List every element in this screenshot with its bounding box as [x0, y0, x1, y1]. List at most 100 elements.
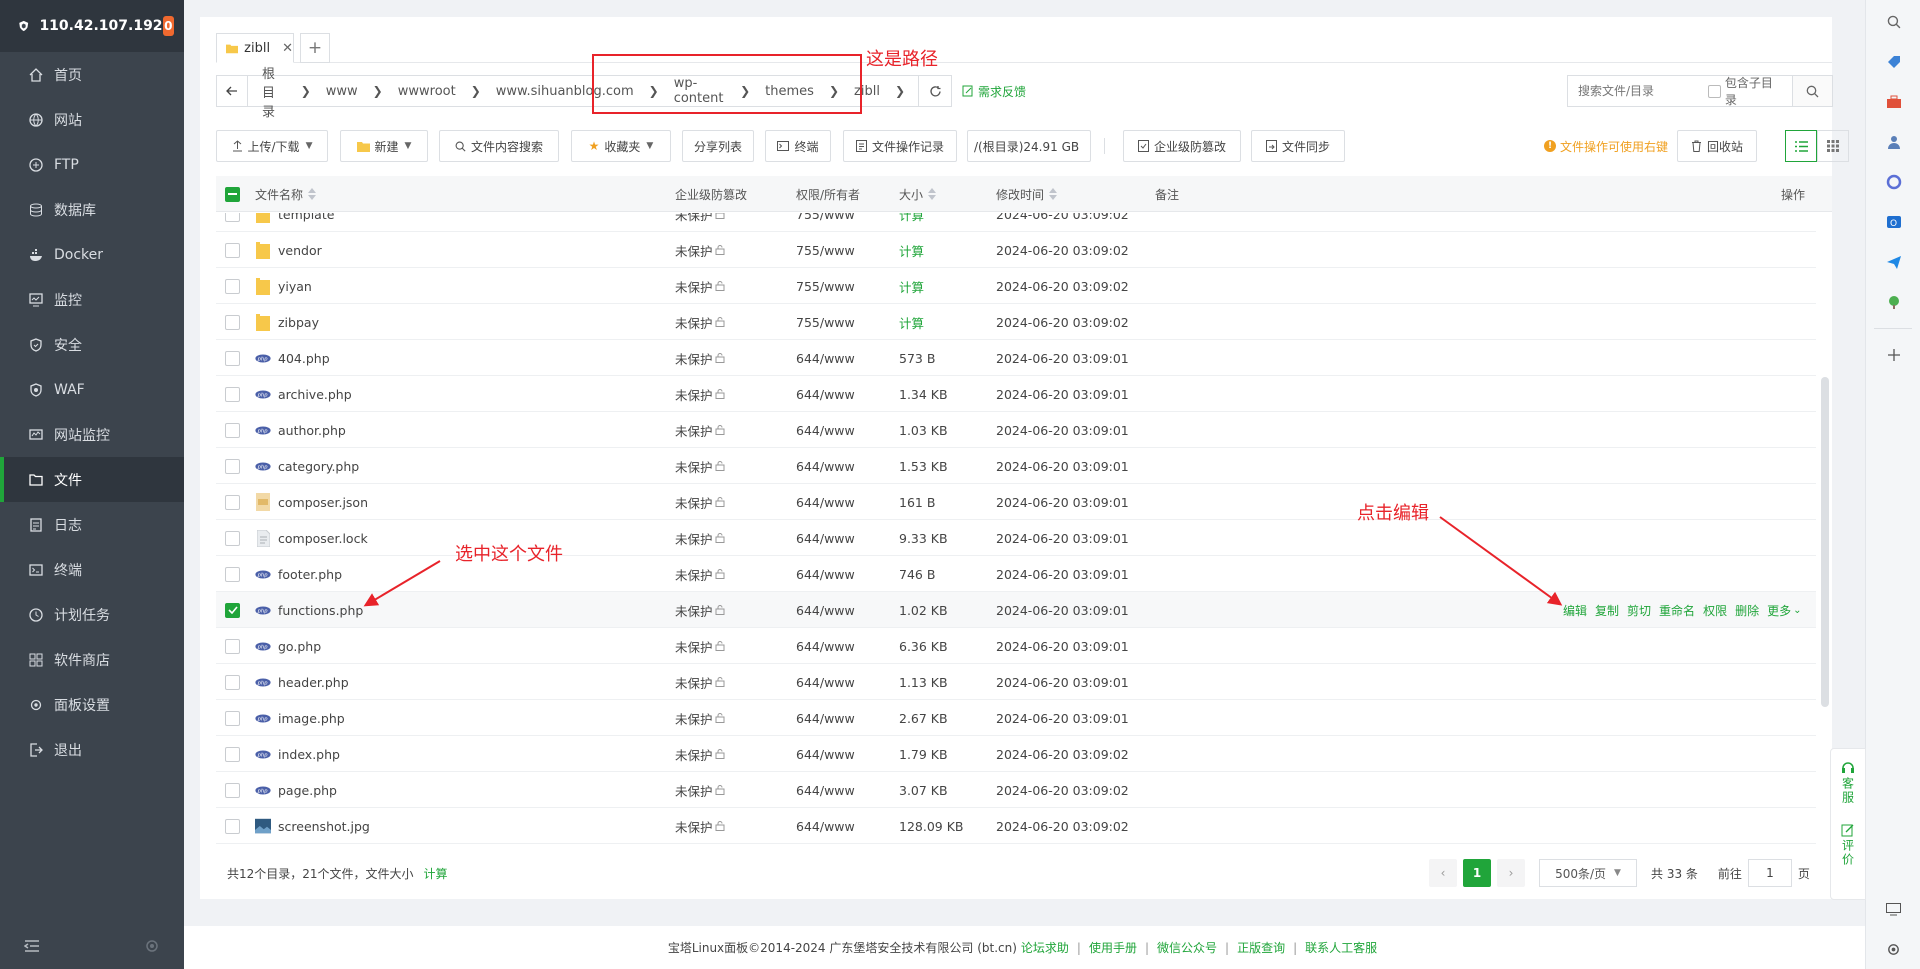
feedback-link[interactable]: 需求反馈	[962, 75, 1026, 107]
table-row[interactable]: yiyan 未保护 755/www 计算 2024-06-20 03:09:02	[216, 268, 1816, 304]
permission-cell[interactable]: 644/www	[796, 736, 855, 772]
permission-cell[interactable]: 755/www	[796, 232, 855, 268]
column-size[interactable]: 大小	[899, 176, 937, 212]
row-checkbox[interactable]	[225, 340, 240, 376]
checkbox[interactable]	[225, 602, 240, 618]
table-row[interactable]: php archive.php 未保护 644/www 1.34 KB 2024-06-2…	[216, 376, 1816, 412]
dock-outlook-icon[interactable]: O	[1866, 202, 1920, 242]
checkbox[interactable]	[225, 782, 240, 798]
tamper-status[interactable]: 未保护	[675, 808, 726, 844]
file-name[interactable]: footer.php	[278, 567, 342, 582]
permission-action[interactable]: 权限	[1703, 602, 1727, 619]
tamper-status[interactable]: 未保护	[675, 484, 726, 520]
file-name[interactable]: composer.lock	[278, 531, 368, 546]
file-name-cell[interactable]: template	[255, 213, 334, 232]
file-name-cell[interactable]: php go.php	[255, 628, 321, 664]
manual-link[interactable]: 使用手册	[1089, 939, 1137, 956]
more-action[interactable]: 更多	[1767, 602, 1791, 619]
row-checkbox[interactable]	[225, 232, 240, 268]
dock-tree-icon[interactable]	[1866, 282, 1920, 322]
breadcrumb-item[interactable]: wwwroot ❯	[396, 84, 494, 99]
review-link[interactable]: 评价	[1840, 839, 1857, 867]
file-name[interactable]: author.php	[278, 423, 346, 438]
tamper-status[interactable]: 未保护	[675, 376, 726, 412]
file-name-cell[interactable]: php author.php	[255, 412, 346, 448]
checkbox[interactable]	[225, 566, 240, 582]
new-button[interactable]: 新建 ▼	[340, 130, 428, 162]
content-search-button[interactable]: 文件内容搜索	[439, 130, 559, 162]
goto-page-input[interactable]: 1	[1747, 859, 1792, 887]
current-page[interactable]: 1	[1463, 859, 1491, 887]
tab-zibll[interactable]: zibll ✕	[216, 33, 294, 63]
row-checkbox[interactable]	[225, 700, 240, 736]
file-name-cell[interactable]: php image.php	[255, 700, 345, 736]
include-subdir-checkbox[interactable]: 包含子目录	[1708, 74, 1784, 108]
file-name[interactable]: vendor	[278, 243, 322, 258]
row-checkbox[interactable]	[225, 213, 240, 232]
dock-user-icon[interactable]	[1866, 122, 1920, 162]
collapse-menu-icon[interactable]	[24, 939, 40, 953]
table-row[interactable]: php index.php 未保护 644/www 1.79 KB 2024-06-20 …	[216, 736, 1816, 772]
permission-cell[interactable]: 644/www	[796, 340, 855, 376]
permission-cell[interactable]: 644/www	[796, 664, 855, 700]
row-checkbox[interactable]	[225, 736, 240, 772]
sidebar-item[interactable]: 监控	[0, 277, 184, 322]
sort-icon[interactable]	[308, 188, 317, 200]
file-name[interactable]: go.php	[278, 639, 321, 654]
permission-cell[interactable]: 755/www	[796, 213, 855, 232]
file-sync-button[interactable]: 文件同步	[1251, 130, 1345, 162]
sort-icon[interactable]	[928, 188, 937, 200]
settings-gear-icon[interactable]	[144, 938, 160, 954]
back-button[interactable]	[216, 75, 248, 107]
tamper-status[interactable]: 未保护	[675, 520, 726, 556]
dock-screen-icon[interactable]	[1866, 889, 1920, 929]
table-scrollbar[interactable]	[1821, 377, 1829, 707]
sidebar-item[interactable]: 安全	[0, 322, 184, 367]
table-row[interactable]: screenshot.jpg 未保护 644/www 128.09 KB 2024-06…	[216, 808, 1816, 844]
permission-cell[interactable]: 755/www	[796, 304, 855, 340]
checkbox[interactable]	[225, 386, 240, 402]
sort-icon[interactable]	[1049, 188, 1058, 200]
checkbox[interactable]	[225, 710, 240, 726]
file-name-cell[interactable]: zibpay	[255, 304, 319, 340]
search-button[interactable]	[1792, 76, 1832, 106]
calc-size-link[interactable]: 计算	[424, 865, 448, 882]
file-name-cell[interactable]: php header.php	[255, 664, 349, 700]
file-name[interactable]: archive.php	[278, 387, 352, 402]
checkbox[interactable]	[225, 422, 240, 438]
row-checkbox[interactable]	[225, 628, 240, 664]
sidebar-item[interactable]: 首页	[0, 52, 184, 97]
notification-badge[interactable]: 0	[162, 16, 174, 36]
table-row[interactable]: template 未保护 755/www 计算 2024-06-20 03:09:02	[216, 213, 1816, 232]
permission-cell[interactable]: 644/www	[796, 448, 855, 484]
recycle-bin-button[interactable]: 回收站	[1677, 130, 1757, 162]
sidebar-item[interactable]: 网站	[0, 97, 184, 142]
row-checkbox[interactable]	[225, 376, 240, 412]
checkbox[interactable]	[225, 278, 240, 294]
file-name[interactable]: functions.php	[278, 603, 363, 618]
disk-button[interactable]: /(根目录)24.91 GB	[967, 130, 1091, 162]
row-checkbox[interactable]	[225, 592, 240, 628]
checkbox[interactable]	[225, 638, 240, 654]
dock-cloud-icon[interactable]	[1866, 162, 1920, 202]
checkbox[interactable]	[225, 242, 240, 258]
sidebar-item[interactable]: 文件	[0, 457, 184, 502]
row-checkbox[interactable]	[225, 808, 240, 844]
breadcrumb-item[interactable]: 根目录 ❯	[260, 63, 324, 120]
tamper-status[interactable]: 未保护	[675, 736, 726, 772]
column-name[interactable]: 文件名称	[255, 176, 317, 212]
sidebar-item[interactable]: WAF	[0, 367, 184, 412]
share-list-button[interactable]: 分享列表	[682, 130, 754, 162]
per-page-select[interactable]: 500条/页 ▼	[1539, 859, 1637, 887]
dock-send-icon[interactable]	[1866, 242, 1920, 282]
sidebar-item[interactable]: 软件商店	[0, 637, 184, 682]
table-row[interactable]: php image.php 未保护 644/www 2.67 KB 2024-06-20 …	[216, 700, 1816, 736]
sidebar-item[interactable]: Docker	[0, 232, 184, 277]
file-name-cell[interactable]: php footer.php	[255, 556, 342, 592]
file-name-cell[interactable]: php 404.php	[255, 340, 330, 376]
sidebar-item[interactable]: 终端	[0, 547, 184, 592]
file-op-log-button[interactable]: 文件操作记录	[843, 130, 957, 162]
row-checkbox[interactable]	[225, 484, 240, 520]
forum-link[interactable]: 论坛求助	[1021, 939, 1069, 956]
row-checkbox[interactable]	[225, 556, 240, 592]
